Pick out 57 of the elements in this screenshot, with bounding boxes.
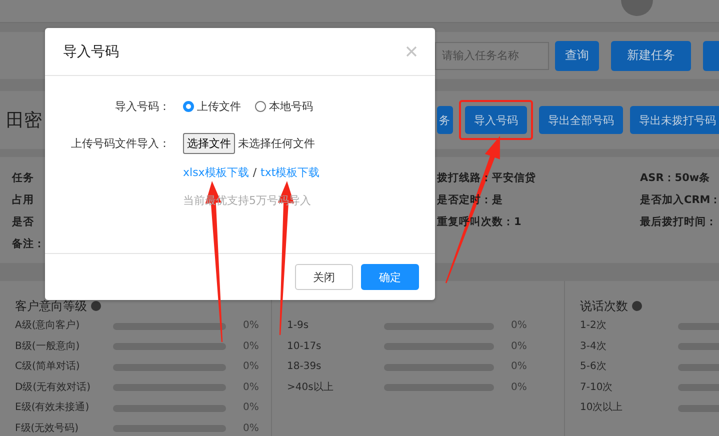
stats-label: 1-2次 [580, 320, 608, 332]
stats-label: 3-4次 [580, 340, 608, 353]
task-title: 田密 [5, 109, 42, 132]
percent-value: 0% [243, 382, 259, 394]
percent-value: 0% [243, 422, 259, 435]
stats-label: 1-9s [287, 320, 310, 332]
field-label: 上传号码文件导入： [70, 136, 171, 151]
stats-label: C级(简单对话) [15, 361, 81, 374]
radio-option[interactable]: 上传文件 [183, 99, 241, 114]
choose-file-button[interactable]: 选择文件 [183, 133, 235, 154]
info-field: 最后拨打时间： [640, 211, 717, 233]
download-link[interactable]: txt模板下载 [260, 164, 320, 180]
radio-option[interactable]: 本地号码 [255, 99, 313, 114]
stats-label: D级(无有效对话) [15, 382, 92, 394]
download-link[interactable]: xlsx模板下载 [183, 164, 249, 180]
info-field: 任务 [12, 167, 34, 189]
stats-label: E级(有效未接通) [15, 402, 90, 414]
stats-label: F级(无效号码) [15, 422, 80, 435]
dialog-title: 导入号码 [63, 42, 119, 60]
close-button[interactable]: 关闭 [295, 264, 353, 290]
search-field[interactable]: 请输入任务名称 [435, 42, 549, 70]
action-button[interactable]: 务 [437, 106, 453, 134]
percent-value: 0% [243, 402, 259, 414]
percent-value: 0% [243, 340, 259, 353]
percent-value: 0% [511, 382, 527, 394]
toolbar-button[interactable]: 新建任务 [611, 40, 691, 70]
stats-title: 说话次数 [580, 298, 628, 314]
stats-label: B级(一般意向) [15, 340, 81, 353]
info-field: 是否 [12, 211, 34, 233]
close-icon[interactable] [406, 46, 417, 57]
info-field: 备注： [12, 233, 45, 255]
toolbar-button[interactable]: 查询 [555, 40, 599, 70]
percent-value: 0% [511, 340, 527, 353]
percent-value: 0% [511, 361, 527, 374]
stats-label: 18-39s [287, 361, 322, 374]
file-status: 未选择任何文件 [238, 136, 315, 151]
action-button[interactable]: 导出全部号码 [539, 106, 623, 134]
action-button[interactable]: 导出未拨打号码 [630, 106, 719, 134]
stats-label: 7-10次 [580, 382, 614, 394]
percent-value: 0% [243, 320, 259, 332]
stats-title: 客户意向等级 [15, 298, 87, 314]
info-field: 是否加入CRM： [640, 189, 719, 211]
info-field: ASR：50w条 [640, 167, 710, 189]
action-button[interactable]: 导入号码 [465, 106, 527, 134]
percent-value: 0% [511, 320, 527, 332]
stats-label: 10次以上 [580, 402, 624, 414]
stats-label: 5-6次 [580, 361, 608, 374]
separator: / [252, 166, 257, 178]
stats-label: >40s以上 [287, 382, 334, 394]
percent-value: 0% [243, 361, 259, 374]
stats-label: 10-17s [287, 340, 322, 353]
confirm-button[interactable]: 确定 [361, 264, 419, 290]
field-label: 导入号码： [114, 99, 171, 114]
info-field: 占用 [12, 189, 34, 211]
stats-label: A级(意向客户) [15, 320, 81, 332]
toolbar-button[interactable] [703, 40, 719, 70]
info-field: 拨打线路：平安信贷 [437, 167, 536, 189]
